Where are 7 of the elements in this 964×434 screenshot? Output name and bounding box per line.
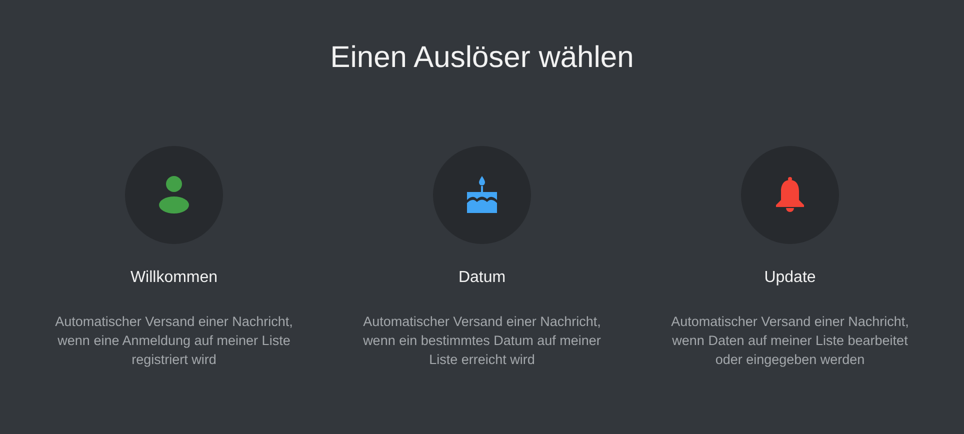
trigger-description: Automatischer Versand einer Nachricht, wenn Daten auf meiner Liste bearbeitet oder eingegeben werden	[670, 313, 910, 369]
page-title: Einen Auslöser wählen	[329, 40, 635, 76]
trigger-description: Automatischer Versand einer Nachricht, wenn eine Anmeldung auf meiner Liste registriert wird	[54, 313, 294, 369]
trigger-title: Update	[764, 268, 816, 288]
trigger-title: Datum	[458, 268, 506, 288]
trigger-description: Automatischer Versand einer Nachricht, wenn ein bestimmtes Datum auf meiner Liste erreicht wird	[362, 313, 602, 369]
trigger-title: Willkommen	[130, 268, 218, 288]
